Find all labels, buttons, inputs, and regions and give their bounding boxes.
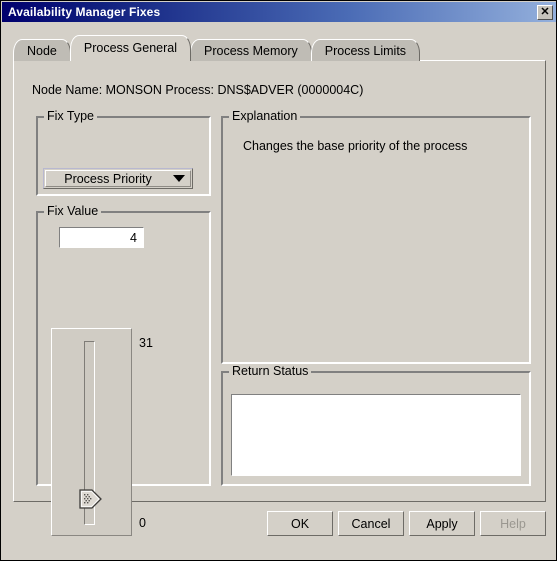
ok-button-label: OK [290,516,310,531]
fix-type-combobox[interactable]: Process Priority [43,168,193,189]
close-icon: ✕ [540,5,550,18]
tab-process-limits-label: Process Limits [324,44,407,58]
tab-node-label: Node [27,44,57,58]
tab-strip: Node Process General Process Memory Proc… [13,35,421,61]
explanation-group-title: Explanation [229,110,301,123]
explanation-group: Explanation Changes the base priority of… [221,110,531,364]
fix-value-group-title: Fix Value [44,205,102,218]
help-button-label: Help [500,516,526,531]
fix-value-input[interactable]: 4 [59,227,144,248]
tab-process-general-label: Process General [83,41,177,55]
fix-type-selected-value: Process Priority [64,171,152,186]
tab-node[interactable]: Node [13,39,71,61]
fix-value-slider-panel [51,328,132,536]
fix-value-input-text: 4 [130,230,137,245]
apply-button[interactable]: Apply [409,511,475,536]
explanation-text: Changes the base priority of the process [243,139,468,153]
close-button[interactable]: ✕ [537,4,553,20]
return-status-text [232,395,520,401]
tab-process-limits[interactable]: Process Limits [310,39,421,61]
window-title: Availability Manager Fixes [8,5,161,19]
help-button: Help [480,511,546,536]
apply-button-label: Apply [426,516,458,531]
return-status-group-title: Return Status [229,365,312,378]
ok-button[interactable]: OK [267,511,333,536]
tab-panel-process-general: Node Name: MONSON Process: DNS$ADVER (00… [13,60,546,536]
node-process-info: Node Name: MONSON Process: DNS$ADVER (00… [32,83,364,97]
cancel-button-label: Cancel [351,516,391,531]
dialog-button-bar: OK Cancel Apply Help [1,511,556,551]
tab-process-memory-label: Process Memory [204,44,298,58]
return-status-textarea[interactable] [231,394,521,476]
cancel-button[interactable]: Cancel [338,511,404,536]
fix-value-slider-thumb[interactable] [79,489,102,509]
explanation-group-bevel [222,117,530,363]
window-titlebar[interactable]: Availability Manager Fixes ✕ [2,2,556,22]
tab-process-general[interactable]: Process General [69,35,191,61]
tab-process-memory[interactable]: Process Memory [190,39,312,61]
availability-manager-fixes-dialog: Availability Manager Fixes ✕ Node Proces… [0,0,557,561]
fix-type-group-title: Fix Type [44,110,98,123]
slider-max-label: 31 [139,336,153,350]
chevron-down-icon[interactable] [166,175,192,182]
